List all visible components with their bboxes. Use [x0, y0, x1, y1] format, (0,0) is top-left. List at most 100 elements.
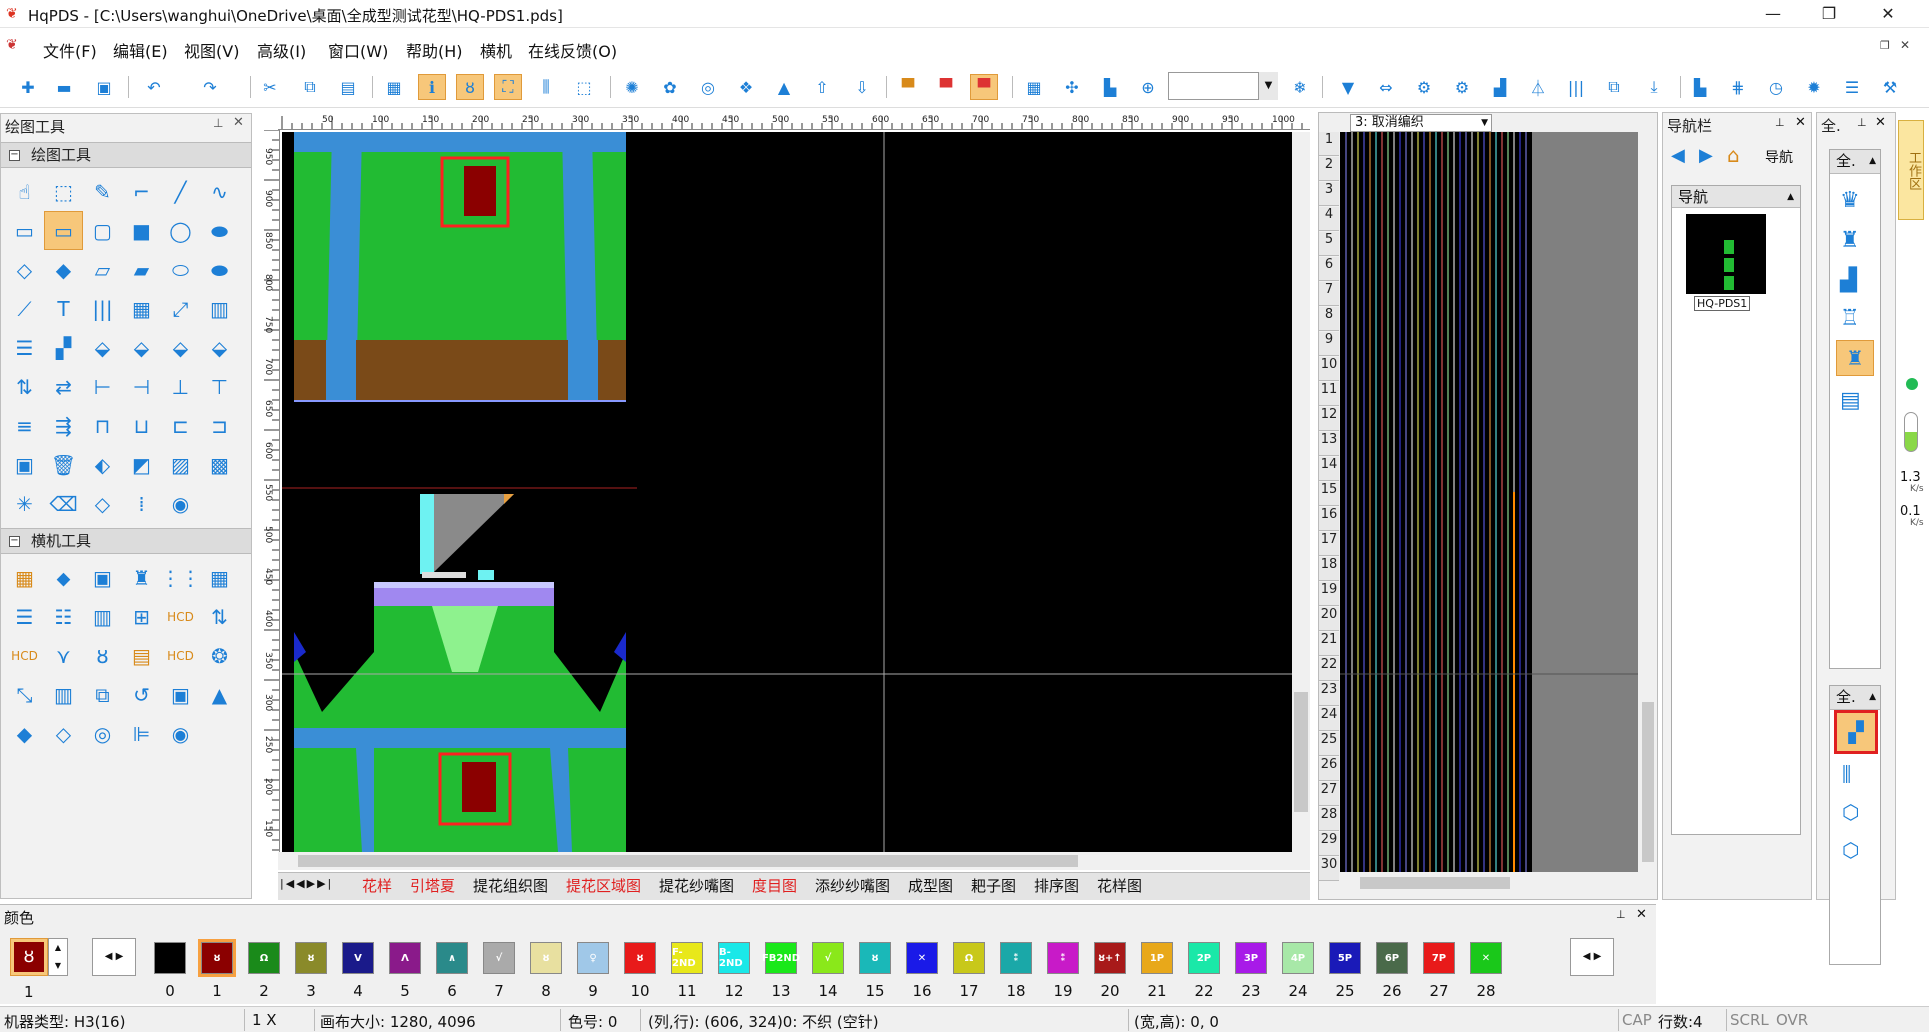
close-icon[interactable]: ✕: [1875, 115, 1886, 130]
tab-5[interactable]: 度目图: [752, 875, 797, 897]
color-swatch[interactable]: ⁑: [1000, 942, 1032, 974]
pointer-tool-icon[interactable]: ☝: [5, 172, 44, 211]
menu-knitting[interactable]: 横机: [480, 38, 512, 62]
redo-icon[interactable]: ↷: [196, 74, 224, 100]
matrix-tool-icon[interactable]: ▦: [200, 558, 239, 597]
rows-tool-icon[interactable]: ☰: [5, 328, 44, 367]
grid-icon[interactable]: ▦: [380, 74, 408, 100]
printer-icon[interactable]: ▤: [1840, 388, 1861, 413]
menu-view[interactable]: 视图(V): [184, 38, 239, 62]
loop-tool-icon[interactable]: ȣ: [83, 636, 122, 675]
pin-icon[interactable]: ⊥: [1857, 116, 1867, 129]
color-swatch[interactable]: ȣ: [530, 942, 562, 974]
eraser2-tool-icon[interactable]: ◆: [5, 714, 44, 753]
mdi-close-icon[interactable]: ✕: [1900, 38, 1910, 52]
palette-icon[interactable]: ❖: [732, 74, 760, 100]
eraser-tool-icon[interactable]: ⌫: [44, 484, 83, 523]
cube-down-icon[interactable]: ⬡: [1842, 800, 1859, 824]
image-icon[interactable]: ▲: [770, 74, 798, 100]
needle-bars-icon[interactable]: ⫼: [1842, 762, 1851, 786]
close-icon[interactable]: ✕: [1795, 115, 1806, 130]
flag-tool-icon[interactable]: ⊫: [122, 714, 161, 753]
pattern-thumbnail[interactable]: [1686, 214, 1766, 294]
color-swatch[interactable]: Ω: [248, 942, 280, 974]
stack-tool-icon[interactable]: ≡: [5, 406, 44, 445]
fill4-tool-icon[interactable]: ⬙: [200, 328, 239, 367]
tab-9[interactable]: 排序图: [1034, 875, 1079, 897]
jacquard-horizontal-scrollbar[interactable]: [1340, 874, 1638, 892]
filter-icon[interactable]: ▼: [1334, 74, 1362, 100]
pack-tool-icon[interactable]: ▦: [5, 558, 44, 597]
hatch-tool-icon[interactable]: ▨: [161, 445, 200, 484]
diamond-outline-tool-icon[interactable]: ◇: [44, 714, 83, 753]
color-swatch[interactable]: B-2ND: [718, 942, 750, 974]
filled-rect-tool-icon[interactable]: ▭: [44, 211, 83, 250]
color-swatch[interactable]: ⁑: [1047, 942, 1079, 974]
maximize-button[interactable]: ❐: [1801, 0, 1857, 28]
menu-window[interactable]: 窗口(W): [328, 38, 388, 62]
close-icon[interactable]: ✕: [1636, 907, 1647, 922]
arrows-icon[interactable]: ⇔: [1372, 74, 1400, 100]
wheel-tool-icon[interactable]: ❂: [200, 636, 239, 675]
diagonal-tool-icon[interactable]: ⤢: [161, 289, 200, 328]
tab-1[interactable]: 引塔夏: [410, 875, 455, 897]
workspace-tab[interactable]: 工作区: [1898, 120, 1924, 220]
align-bottom-tool-icon[interactable]: ⊥: [161, 367, 200, 406]
select-area-icon[interactable]: ⬚: [570, 74, 598, 100]
filled-oval-tool-icon[interactable]: ⬬: [200, 250, 239, 289]
download-icon[interactable]: ⤓: [1640, 74, 1668, 100]
pattern-canvas[interactable]: [282, 132, 1292, 852]
sparkle-tool-icon[interactable]: ✳: [5, 484, 44, 523]
close-icon[interactable]: ✕: [233, 115, 244, 130]
palette-scroll-left[interactable]: ◀ ▶: [92, 938, 136, 976]
color-swatch[interactable]: 5P: [1329, 942, 1361, 974]
color-swatch[interactable]: ✕: [906, 942, 938, 974]
tab-2[interactable]: 提花组织图: [473, 875, 548, 897]
loop2-tool-icon[interactable]: ↺: [122, 675, 161, 714]
layer-active-icon[interactable]: ▀: [970, 74, 998, 100]
filled-diamond-tool-icon[interactable]: ◆: [44, 250, 83, 289]
zoom-icon[interactable]: ◎: [694, 74, 722, 100]
filled-round-rect-tool-icon[interactable]: ■: [122, 211, 161, 250]
info-icon[interactable]: ℹ: [418, 74, 446, 100]
round-rect-tool-icon[interactable]: ▢: [83, 211, 122, 250]
frame-left-tool-icon[interactable]: ⊏: [161, 406, 200, 445]
section-header-drawing[interactable]: − 绘图工具: [1, 142, 251, 168]
globe-icon[interactable]: ⊕: [1134, 74, 1162, 100]
view-mode-select[interactable]: 3: 取消编织 ▼: [1350, 114, 1492, 132]
hcd2-tool-icon[interactable]: HCD: [5, 636, 44, 675]
curve-tool-icon[interactable]: ∿: [200, 172, 239, 211]
forward-icon[interactable]: ▶: [1699, 145, 1713, 166]
color-swatch[interactable]: 2P: [1188, 942, 1220, 974]
align-right-tool-icon[interactable]: ⊣: [122, 367, 161, 406]
frame-dot-tool-icon[interactable]: ▣: [161, 675, 200, 714]
save-icon[interactable]: ▣: [90, 74, 118, 100]
ring-tool-icon[interactable]: ◎: [83, 714, 122, 753]
color-swatch[interactable]: 4P: [1282, 942, 1314, 974]
color-swatch[interactable]: ȣ: [198, 939, 236, 977]
color-swatch[interactable]: ȣ+↑: [1094, 942, 1126, 974]
minimize-button[interactable]: —: [1745, 0, 1801, 28]
color-swatch[interactable]: ∧: [436, 942, 468, 974]
columns2-tool-icon[interactable]: ▥: [83, 597, 122, 636]
grid-tool-icon[interactable]: ▦: [122, 289, 161, 328]
bucket-tool-icon[interactable]: ⬖: [83, 445, 122, 484]
bars-chart-icon[interactable]: ▟: [1840, 268, 1857, 293]
print-icon[interactable]: ▙: [1096, 74, 1124, 100]
triangle-tool-icon[interactable]: ▲: [200, 675, 239, 714]
stitch-mode-icon[interactable]: ȣ: [456, 74, 484, 100]
menu-feedback[interactable]: 在线反馈(O): [528, 38, 617, 62]
color-swatch[interactable]: Λ: [389, 942, 421, 974]
color-swatch[interactable]: V: [342, 942, 374, 974]
color-swatch[interactable]: Ω: [953, 942, 985, 974]
palette-scroll-right[interactable]: ◀ ▶: [1570, 938, 1614, 976]
pack2-tool-icon[interactable]: ▤: [122, 636, 161, 675]
pencil-tool-icon[interactable]: ✎: [83, 172, 122, 211]
fill2-tool-icon[interactable]: ⬙: [122, 328, 161, 367]
color-swatch[interactable]: 3P: [1235, 942, 1267, 974]
transfer-tool-icon[interactable]: ⇶: [44, 406, 83, 445]
pattern-tool-icon[interactable]: ▩: [200, 445, 239, 484]
needle-tool-icon[interactable]: ⤡: [5, 675, 44, 714]
calc-icon[interactable]: ▦: [1020, 74, 1048, 100]
needle-grid-tool-icon[interactable]: ⋮⋮: [161, 558, 201, 597]
